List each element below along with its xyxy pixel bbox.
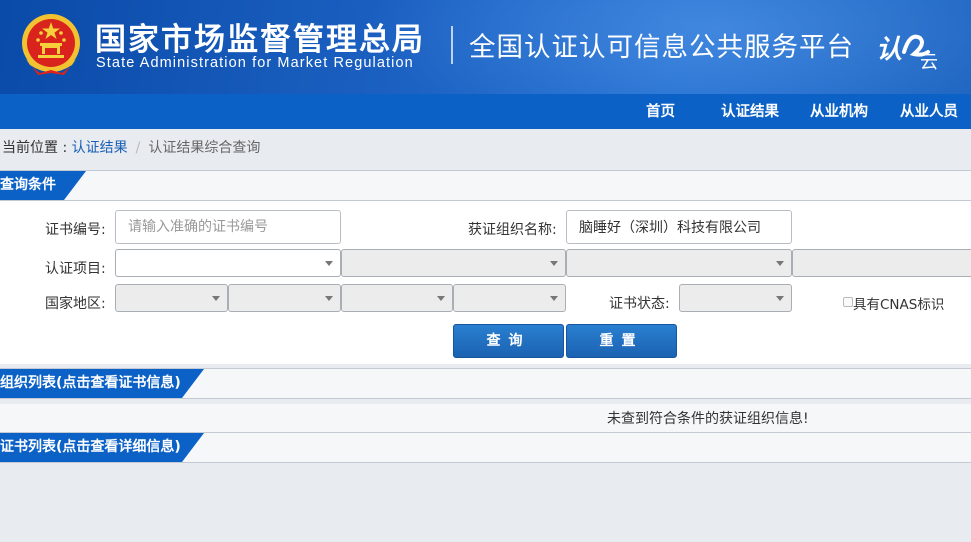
region-select-1[interactable] bbox=[115, 284, 228, 312]
nav-item-agencies[interactable]: 从业机构 bbox=[810, 94, 868, 129]
cert-project-select-2[interactable] bbox=[341, 249, 566, 277]
cert-list-section-title: 证书列表(点击查看详细信息) bbox=[0, 439, 181, 455]
cert-status-select[interactable] bbox=[679, 284, 792, 312]
cert-status-label: 证书状态: bbox=[609, 296, 670, 312]
breadcrumb: 当前位置 : 认证结果 / 认证结果综合查询 bbox=[2, 137, 260, 157]
cnas-checkbox[interactable] bbox=[843, 297, 853, 307]
query-section-tab: 查询条件 bbox=[0, 171, 86, 200]
region-select-4[interactable] bbox=[453, 284, 566, 312]
org-name-label: 获证组织名称: bbox=[468, 222, 557, 238]
cert-project-select-1[interactable] bbox=[115, 249, 341, 277]
breadcrumb-current: 认证结果综合查询 bbox=[148, 140, 261, 156]
org-name-input[interactable] bbox=[566, 210, 792, 244]
header-divider bbox=[451, 26, 453, 64]
nav-item-cert-results[interactable]: 认证结果 bbox=[721, 94, 779, 129]
logo-char-2: 云 bbox=[920, 52, 938, 72]
query-section-bar: 查询条件 bbox=[0, 170, 971, 201]
cert-project-select-3[interactable] bbox=[566, 249, 792, 277]
cert-list-section-tab: 证书列表(点击查看详细信息) bbox=[0, 433, 204, 462]
cnas-label: 具有CNAS标识 bbox=[853, 297, 945, 313]
national-emblem-icon bbox=[22, 14, 80, 75]
region-select-3[interactable] bbox=[341, 284, 453, 312]
renzheng-cloud-logo: 认 云 bbox=[876, 26, 942, 73]
cert-project-select-4[interactable] bbox=[792, 249, 971, 277]
org-list-section-bar: 组织列表(点击查看证书信息) bbox=[0, 368, 971, 399]
breadcrumb-separator: / bbox=[135, 140, 141, 156]
org-list-empty-message: 未查到符合条件的获证组织信息! bbox=[607, 411, 809, 427]
org-list-section-title: 组织列表(点击查看证书信息) bbox=[0, 375, 181, 391]
logo-char-1: 认 bbox=[876, 35, 902, 65]
cert-project-label: 认证项目: bbox=[45, 261, 106, 277]
chevron-down-icon bbox=[437, 296, 445, 301]
chevron-down-icon bbox=[212, 296, 220, 301]
chevron-down-icon bbox=[325, 296, 333, 301]
nav-item-home[interactable]: 首页 bbox=[646, 94, 675, 129]
cert-list-section-bar: 证书列表(点击查看详细信息) bbox=[0, 432, 971, 463]
agency-name-cn: 国家市场监督管理总局 bbox=[95, 22, 425, 58]
search-button[interactable]: 查询 bbox=[453, 324, 564, 358]
org-list-section-tab: 组织列表(点击查看证书信息) bbox=[0, 369, 204, 398]
platform-title: 全国认证认可信息公共服务平台 bbox=[469, 32, 854, 63]
agency-name-en: State Administration for Market Regulati… bbox=[96, 55, 414, 71]
chevron-down-icon bbox=[776, 261, 784, 266]
breadcrumb-prefix: 当前位置 : bbox=[2, 140, 72, 156]
cert-no-label: 证书编号: bbox=[45, 222, 106, 238]
chevron-down-icon bbox=[325, 261, 333, 266]
site-header: 国家市场监督管理总局 State Administration for Mark… bbox=[0, 0, 971, 94]
chevron-down-icon bbox=[550, 296, 558, 301]
chevron-down-icon bbox=[550, 261, 558, 266]
main-nav: 首页 认证结果 从业机构 从业人员 bbox=[0, 94, 971, 129]
chevron-down-icon bbox=[776, 296, 784, 301]
region-select-2[interactable] bbox=[228, 284, 341, 312]
breadcrumb-link-cert-results[interactable]: 认证结果 bbox=[72, 140, 128, 156]
cloud-logo-icon: 认 云 bbox=[876, 34, 938, 73]
query-section-title: 查询条件 bbox=[0, 177, 56, 193]
org-list-empty-row bbox=[0, 404, 971, 432]
region-label: 国家地区: bbox=[45, 296, 106, 312]
query-form: 证书编号: 获证组织名称: 认证项目: 国家地区: 证书状态: 具有CNAS标识… bbox=[0, 201, 971, 364]
nav-item-practitioners[interactable]: 从业人员 bbox=[900, 94, 958, 129]
cert-no-input[interactable] bbox=[115, 210, 341, 244]
reset-button[interactable]: 重置 bbox=[566, 324, 677, 358]
